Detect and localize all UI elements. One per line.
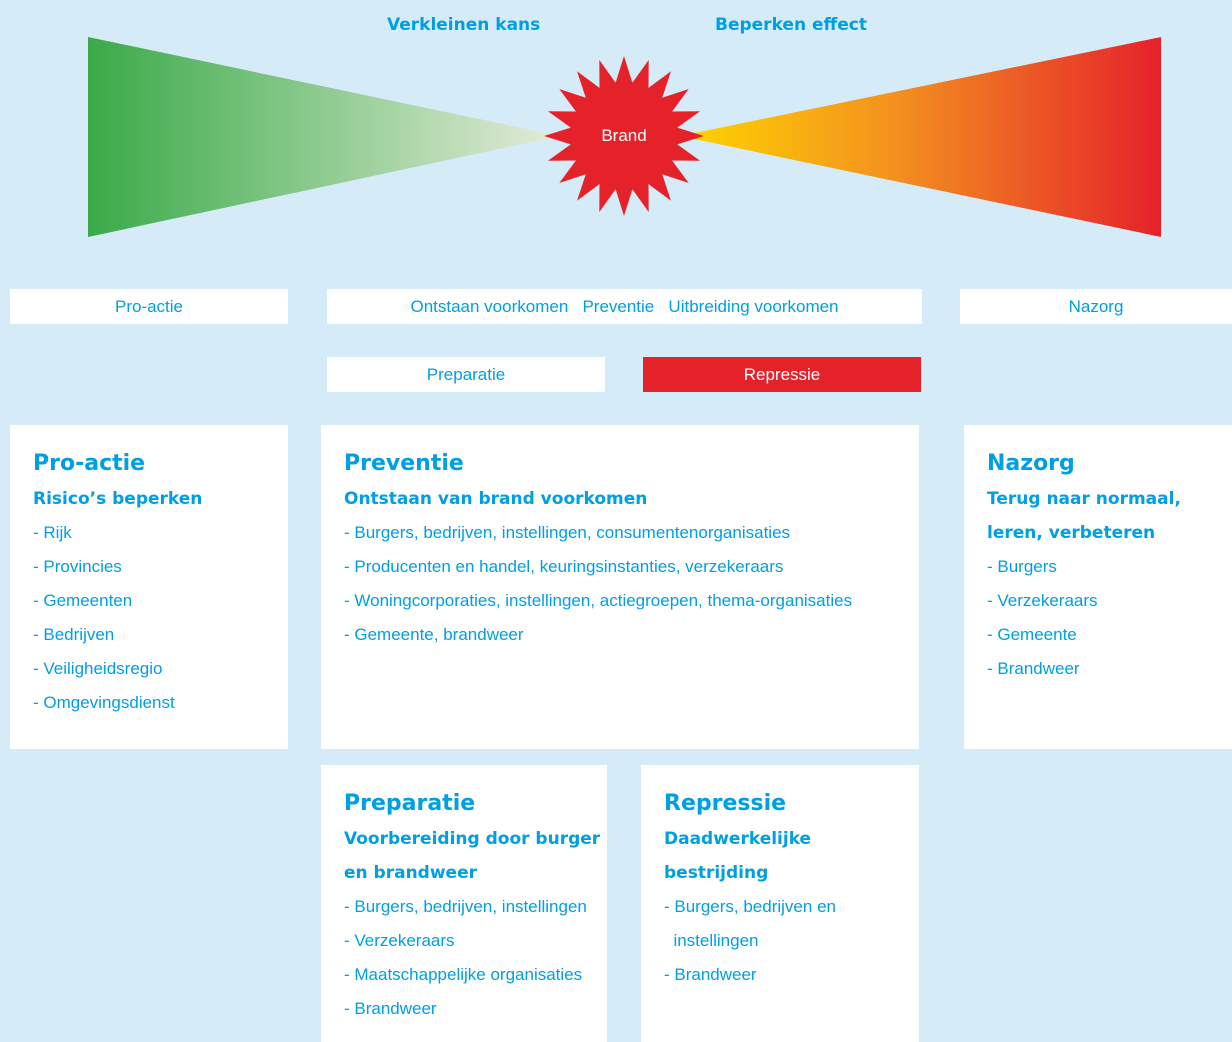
card-list: - Rijk - Provincies - Gemeenten - Bedrij… [33,516,288,720]
list-item: - Verzekeraars [987,591,1098,610]
list-item: instellingen [664,931,759,950]
center-label-brand: Brand [601,126,646,145]
card-subtitle-line: Voorbereiding door burger [344,829,601,849]
card-subtitle: Daadwerkelijke bestrijding [664,822,919,890]
card-subtitle: Risico’s beperken [33,489,203,509]
card-subtitle-line: en brandweer [344,863,477,883]
card-repressie: Repressie Daadwerkelijke bestrijding - B… [641,765,919,1042]
card-subtitle-line: Daadwerkelijke [664,829,812,849]
phase-box-repressie: Repressie [643,357,921,392]
card-list: - Burgers, bedrijven en instellingen - B… [664,890,919,992]
list-item: - Brandweer [344,999,437,1018]
card-title: Pro-actie [33,451,146,476]
card-list: - Burgers, bedrijven, instellingen - Ver… [344,890,607,1026]
list-item: - Verzekeraars [344,931,455,950]
list-item: - Brandweer [987,659,1080,678]
card-preparatie: Preparatie Voorbereiding door burger en … [321,765,607,1042]
list-item: - Burgers, bedrijven, instellingen [344,897,587,916]
card-list: - Burgers - Verzekeraars - Gemeente - Br… [987,550,1232,686]
phase-box-nazorg: Nazorg [960,289,1232,324]
card-subtitle: Terug naar normaal, leren, verbeteren [987,482,1232,550]
phase-box-preparatie: Preparatie [327,357,605,392]
list-item: - Gemeente [987,625,1077,644]
list-item: - Brandweer [664,965,757,984]
left-triangle-likelihood [88,37,560,237]
card-preventie: Preventie Ontstaan van brand voorkomen -… [321,425,919,749]
phase-box-proactie: Pro-actie [10,289,288,324]
card-title: Preventie [344,451,464,476]
list-item: - Omgevingsdienst [33,693,175,712]
card-subtitle: Ontstaan van brand voorkomen [344,489,648,509]
phase-box-preventie: Ontstaan voorkomen Preventie Uitbreiding… [327,289,922,324]
bowtie-diagram: Brand [88,37,1161,237]
list-item: - Gemeente, brandweer [344,625,524,644]
list-item: - Gemeenten [33,591,133,610]
card-nazorg: Nazorg Terug naar normaal, leren, verbet… [964,425,1232,749]
card-subtitle-line: bestrijding [664,863,769,883]
list-item: - Maatschappelijke organisaties [344,965,583,984]
list-item: - Burgers [987,557,1057,576]
list-item: - Veiligheidsregio [33,659,163,678]
card-title: Preparatie [344,791,476,816]
list-item: - Producenten en handel, keuringsinstant… [344,557,784,576]
list-item: - Burgers, bedrijven, instellingen, cons… [344,523,791,542]
card-title: Nazorg [987,451,1075,476]
list-item: - Woningcorporaties, instellingen, actie… [344,591,853,610]
list-item: - Provincies [33,557,122,576]
card-subtitle: Voorbereiding door burger en brandweer [344,822,607,890]
list-item: - Rijk [33,523,72,542]
right-triangle-effect [680,37,1161,237]
list-item: - Burgers, bedrijven en [664,897,836,916]
card-proactie: Pro-actie Risico’s beperken - Rijk - Pro… [10,425,288,749]
card-title: Repressie [664,791,787,816]
card-subtitle-line: Terug naar normaal, [987,489,1181,509]
list-item: - Bedrijven [33,625,115,644]
card-list: - Burgers, bedrijven, instellingen, cons… [344,516,919,652]
card-subtitle-line: leren, verbeteren [987,523,1156,543]
